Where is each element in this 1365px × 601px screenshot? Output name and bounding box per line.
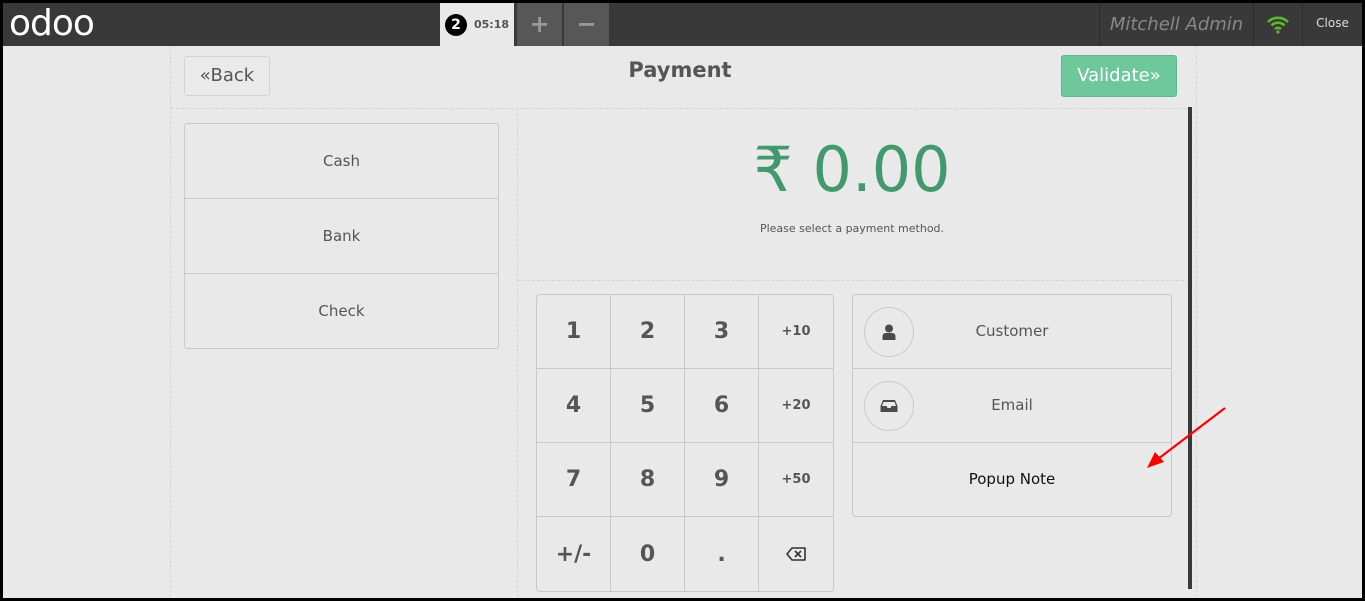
numpad-key-6[interactable]: 6: [685, 369, 759, 443]
payment-method-bank[interactable]: Bank: [185, 199, 498, 274]
total-amount: ₹ 0.00: [753, 133, 951, 206]
annotation-arrow: [1147, 407, 1226, 468]
numpad-key-9[interactable]: 9: [685, 443, 759, 517]
double-chevron-left-icon: «: [199, 65, 211, 86]
add-order-button[interactable]: +: [517, 3, 562, 46]
payment-methods-list: Cash Bank Check: [184, 123, 499, 349]
user-icon: [882, 324, 896, 340]
payment-method-cash[interactable]: Cash: [185, 124, 498, 199]
numpad-key-backspace[interactable]: [759, 517, 833, 591]
email-button[interactable]: Email: [853, 369, 1171, 443]
back-label: Back: [210, 65, 255, 86]
scrollbar[interactable]: [1188, 107, 1192, 589]
inbox-icon: [880, 400, 898, 412]
divider: [517, 280, 1189, 281]
remove-order-button[interactable]: −: [564, 3, 609, 46]
order-time: 05:18: [474, 18, 510, 31]
email-icon-circle: [864, 381, 914, 431]
customer-button[interactable]: Customer: [853, 295, 1171, 369]
numpad-key-1[interactable]: 1: [537, 295, 611, 369]
numpad-key-plus20[interactable]: +20: [759, 369, 833, 443]
popup-note-label: Popup Note: [968, 470, 1056, 488]
odoo-logo: odoo: [9, 3, 95, 44]
validate-button[interactable]: Validate»: [1061, 55, 1177, 97]
email-label: Email: [991, 396, 1033, 414]
back-button[interactable]: «Back: [184, 56, 270, 96]
numpad-key-decimal[interactable]: .: [685, 517, 759, 591]
numpad-key-sign[interactable]: +/-: [537, 517, 611, 591]
order-tab[interactable]: 2 05:18: [440, 3, 514, 46]
order-number-badge: 2: [445, 13, 467, 36]
numpad-key-7[interactable]: 7: [537, 443, 611, 517]
popup-note-button[interactable]: Popup Note: [853, 443, 1171, 516]
payment-method-check[interactable]: Check: [185, 274, 498, 348]
payment-actions: Customer Email Popup Note: [852, 294, 1172, 517]
numpad-key-3[interactable]: 3: [685, 295, 759, 369]
numpad-key-5[interactable]: 5: [611, 369, 685, 443]
numpad-key-4[interactable]: 4: [537, 369, 611, 443]
username[interactable]: Mitchell Admin: [1100, 3, 1253, 46]
double-chevron-right-icon: »: [1149, 65, 1161, 86]
customer-label: Customer: [975, 322, 1049, 340]
numpad-key-0[interactable]: 0: [611, 517, 685, 591]
wifi-icon: [1254, 3, 1302, 46]
backspace-icon: [786, 547, 806, 561]
numpad-key-plus10[interactable]: +10: [759, 295, 833, 369]
divider: [171, 108, 1192, 109]
customer-icon-circle: [864, 307, 914, 357]
payment-message: Please select a payment method.: [759, 222, 945, 235]
numpad-key-8[interactable]: 8: [611, 443, 685, 517]
page-title: Payment: [628, 58, 732, 82]
validate-label: Validate: [1077, 65, 1150, 86]
top-bar: odoo 2 05:18 + − Mitchell Admin Close: [3, 3, 1362, 46]
numpad: 1 2 3 +10 4 5 6 +20 7 8 9 +50 +/- 0 .: [536, 294, 834, 592]
close-button[interactable]: Close: [1303, 3, 1362, 46]
numpad-key-plus50[interactable]: +50: [759, 443, 833, 517]
numpad-key-2[interactable]: 2: [611, 295, 685, 369]
